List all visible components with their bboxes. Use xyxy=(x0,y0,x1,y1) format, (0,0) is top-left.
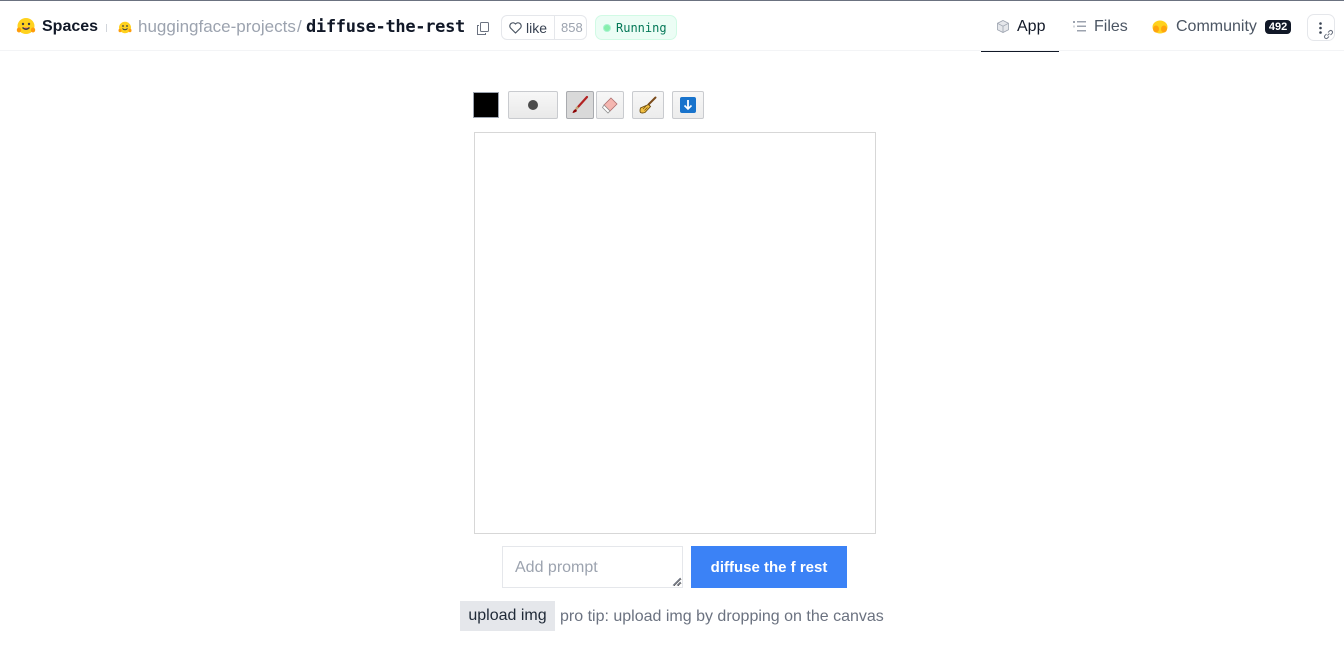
copy-icon[interactable] xyxy=(477,22,489,35)
top-navbar: Spaces huggingface-projects / diffuse-th… xyxy=(0,0,1344,52)
more-options-button[interactable] xyxy=(1307,14,1335,41)
broom-icon xyxy=(639,96,657,114)
spaces-link[interactable]: Spaces xyxy=(42,17,98,37)
heart-icon xyxy=(509,21,522,34)
diffuse-submit-button[interactable]: diffuse the f rest xyxy=(691,546,847,588)
eraser-tool-button[interactable] xyxy=(596,91,624,119)
cube-icon xyxy=(997,20,1009,33)
brush-tool-button[interactable] xyxy=(566,91,594,119)
status-text: Running xyxy=(616,20,667,35)
like-button[interactable]: like xyxy=(502,16,556,39)
resize-grip-icon[interactable] xyxy=(672,577,681,586)
repo-title[interactable]: diffuse-the-rest xyxy=(306,17,465,37)
status-dot-icon xyxy=(604,24,610,31)
brush-size-dot-icon xyxy=(528,100,538,110)
color-picker[interactable] xyxy=(473,92,499,118)
tab-community-label: Community xyxy=(1176,17,1257,35)
community-count-badge: 492 xyxy=(1264,19,1292,34)
tab-app[interactable]: App xyxy=(980,1,1061,52)
org-link[interactable]: huggingface-projects xyxy=(138,17,296,37)
tab-community[interactable]: Community 492 xyxy=(1152,1,1292,52)
like-group: like 858 xyxy=(501,15,587,40)
tab-files[interactable]: Files xyxy=(1073,1,1128,52)
pro-tip-text: pro tip: upload img by dropping on the c… xyxy=(560,608,884,625)
status-badge[interactable]: Running xyxy=(595,15,677,40)
clear-canvas-button[interactable] xyxy=(632,91,664,119)
paintbrush-icon xyxy=(572,95,589,113)
tab-app-label: App xyxy=(1017,17,1046,35)
divider xyxy=(106,24,107,32)
files-icon xyxy=(1073,21,1086,32)
org-avatar-icon xyxy=(118,21,132,34)
like-label: like xyxy=(526,19,548,36)
upload-image-button[interactable]: upload img xyxy=(460,601,555,631)
tab-files-label: Files xyxy=(1094,17,1128,35)
download-button[interactable] xyxy=(672,91,704,119)
drawing-canvas[interactable] xyxy=(474,132,876,534)
vertical-dots-icon xyxy=(1319,22,1322,34)
huggingface-logo-icon[interactable] xyxy=(16,17,36,35)
like-count[interactable]: 858 xyxy=(555,20,586,35)
prompt-input[interactable] xyxy=(502,546,683,588)
community-icon xyxy=(1152,20,1168,33)
path-separator: / xyxy=(297,17,302,36)
link-icon xyxy=(1324,30,1333,39)
download-icon xyxy=(680,97,696,113)
brush-size-button[interactable] xyxy=(508,91,558,119)
eraser-icon xyxy=(601,97,618,114)
